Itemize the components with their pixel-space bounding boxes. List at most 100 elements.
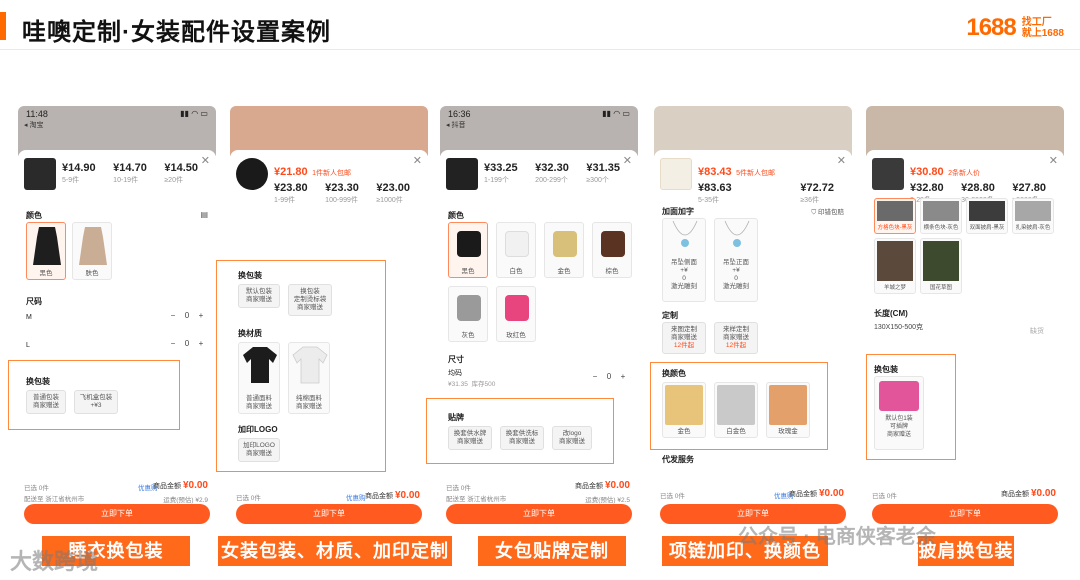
buy-now-button[interactable]: 立即下单 bbox=[24, 504, 210, 524]
color-option[interactable]: 玫红色 bbox=[496, 286, 536, 342]
tier-price: ¥83.63 bbox=[698, 182, 732, 194]
quantity-stepper[interactable]: −0 + bbox=[588, 372, 630, 381]
discount-badge: 优惠购 bbox=[346, 495, 366, 502]
tier-price: ¥31.35 bbox=[586, 162, 620, 174]
option-line: 激光雕刻 bbox=[671, 283, 697, 290]
grid-view-icon[interactable]: ▤ bbox=[200, 210, 208, 219]
minus-icon[interactable]: − bbox=[166, 311, 180, 320]
color-caption: 黑色 bbox=[461, 268, 475, 275]
necklace-icon bbox=[672, 220, 698, 247]
tier-qty: 2条新人价 bbox=[948, 170, 981, 177]
tier-qty: 5件新人包邮 bbox=[736, 170, 776, 177]
plus-icon[interactable]: + bbox=[616, 372, 630, 381]
color-option-skin[interactable]: 肤色 bbox=[72, 222, 112, 280]
header-accent-bar bbox=[0, 12, 6, 40]
total-label: 商品金额 bbox=[365, 493, 394, 500]
watermark-right: 公众号 · 电商侠客老余 bbox=[738, 526, 936, 548]
option-text: 吊坠侧面 +¥ 0 激光雕刻 bbox=[663, 259, 705, 291]
tier-price: ¥28.80 bbox=[961, 182, 995, 194]
style-option[interactable]: 双面披肩-黑灰 bbox=[966, 198, 1008, 234]
minus-icon[interactable]: − bbox=[166, 339, 180, 348]
close-icon[interactable]: ✕ bbox=[623, 154, 632, 167]
price-tier: ¥33.25 1-199个 bbox=[484, 162, 518, 185]
back-link[interactable]: ◂ 抖音 bbox=[446, 120, 465, 130]
phone-panel-5: ✕ ¥30.80 2条新人价 ¥32.802-29条 ¥28.8030-2999… bbox=[866, 106, 1064, 526]
style-option[interactable]: 方格色块-黑灰 bbox=[874, 198, 916, 234]
close-icon[interactable]: ✕ bbox=[1049, 154, 1058, 167]
page-header: 哇噢定制·女装配件设置案例 1688 找工厂 就上1688 bbox=[0, 0, 1080, 50]
status-time: 11:48 bbox=[26, 109, 48, 119]
engrave-label: 加面加字 bbox=[662, 207, 694, 216]
tier-price: ¥30.80 bbox=[910, 166, 944, 178]
engrave-option[interactable]: 吊坠正面 +¥ 0 激光雕刻 bbox=[714, 218, 758, 302]
style-option[interactable]: 羊城之梦 bbox=[874, 238, 916, 294]
tier-price: ¥14.70 bbox=[113, 162, 147, 174]
length-label: 长度(CM) bbox=[874, 309, 908, 318]
tier-price: ¥14.90 bbox=[62, 162, 96, 174]
price-tier: ¥31.35 ≥300个 bbox=[586, 162, 620, 185]
option-line: +¥ bbox=[732, 267, 740, 274]
style-swatch bbox=[1015, 201, 1051, 221]
style-option[interactable]: 扎染披肩-灰色 bbox=[1012, 198, 1054, 234]
minus-icon[interactable]: − bbox=[588, 372, 602, 381]
custom-option[interactable]: 来样定制 商家赠送 12件起 bbox=[714, 322, 758, 354]
option-text: 吊坠正面 +¥ 0 激光雕刻 bbox=[715, 259, 757, 291]
color-label: 颜色 bbox=[26, 211, 42, 220]
product-thumbnail bbox=[872, 158, 904, 190]
price-tier: ¥14.70 10-19件 bbox=[113, 162, 147, 185]
close-icon[interactable]: ✕ bbox=[837, 154, 846, 167]
highlight-box bbox=[650, 362, 828, 450]
custom-option[interactable]: 来图定制 商家赠送 12件起 bbox=[662, 322, 706, 354]
style-option[interactable]: 横条色块-灰色 bbox=[920, 198, 962, 234]
close-icon[interactable]: ✕ bbox=[413, 154, 422, 167]
size-label: 尺码 bbox=[26, 297, 42, 306]
color-option-black[interactable]: 黑色 bbox=[26, 222, 66, 280]
logo-tag-line2: 就上1688 bbox=[1021, 28, 1064, 39]
buy-now-button[interactable]: 立即下单 bbox=[236, 504, 422, 524]
color-option[interactable]: 金色 bbox=[544, 222, 584, 278]
bag-swatch bbox=[457, 231, 481, 257]
price-tier: ¥23.00 ≥1000件 bbox=[376, 182, 410, 205]
tier-price: ¥72.72 bbox=[800, 182, 834, 194]
color-option[interactable]: 棕色 bbox=[592, 222, 632, 278]
color-caption: 棕色 bbox=[605, 268, 619, 275]
chip-line: 12件起 bbox=[725, 342, 747, 349]
style-photo bbox=[877, 241, 913, 281]
style-option[interactable]: 国花草图 bbox=[920, 238, 962, 294]
back-link[interactable]: ◂ 淘宝 bbox=[24, 120, 43, 130]
phone-panel-1: 11:48 ▮▮ ◠ ▭ ◂ 淘宝 ✕ ¥14.90 5-9件 ¥14.70 10-… bbox=[18, 106, 216, 526]
price-tier: ¥30.80 2条新人价 bbox=[910, 162, 1046, 180]
color-option[interactable]: 灰色 bbox=[448, 286, 488, 342]
price-tiers: ¥33.25 1-199个 ¥32.30 200-299个 ¥31.35 ≥300个 bbox=[484, 162, 620, 185]
product-background bbox=[230, 106, 428, 156]
highlight-box bbox=[216, 260, 386, 472]
style-swatch bbox=[923, 201, 959, 221]
total-amount: 商品金额 ¥0.00 bbox=[789, 488, 844, 499]
close-icon[interactable]: ✕ bbox=[201, 154, 210, 167]
buy-now-button[interactable]: 立即下单 bbox=[446, 504, 632, 524]
logo-tag: 找工厂 就上1688 bbox=[1022, 17, 1064, 39]
bag-swatch bbox=[457, 295, 481, 321]
custom-label: 定制 bbox=[662, 311, 678, 320]
chip-line: 12件起 bbox=[673, 342, 695, 349]
plus-icon[interactable]: + bbox=[194, 311, 208, 320]
freight: 运费(预估) ¥2.9 bbox=[163, 497, 208, 504]
necklace-icon bbox=[724, 220, 750, 247]
chip-line: 商家赠送 bbox=[723, 334, 749, 341]
style-caption: 国花草图 bbox=[929, 285, 952, 291]
style-caption: 横条色块-灰色 bbox=[923, 225, 959, 231]
engrave-option[interactable]: 吊坠侧面 +¥ 0 激光雕刻 bbox=[662, 218, 706, 302]
total-amount: 商品金额 ¥0.00 bbox=[575, 480, 630, 491]
color-option[interactable]: 白色 bbox=[496, 222, 536, 278]
color-caption: 黑色 bbox=[39, 270, 53, 277]
plus-icon[interactable]: + bbox=[194, 339, 208, 348]
quantity-stepper[interactable]: −0 + bbox=[166, 339, 208, 348]
color-option[interactable]: 黑色 bbox=[448, 222, 488, 278]
qty-value: 0 bbox=[184, 311, 190, 320]
total-label: 商品金额 bbox=[575, 483, 604, 490]
dress-icon bbox=[79, 227, 107, 265]
price-tiers: ¥83.43 5件新人包邮 ¥83.63 5-35件 ¥72.72 ≥36件 bbox=[698, 162, 834, 205]
price-tier: ¥23.30 100-999件 bbox=[325, 182, 359, 205]
quantity-stepper[interactable]: −0 + bbox=[166, 311, 208, 320]
product-thumbnail bbox=[660, 158, 692, 190]
